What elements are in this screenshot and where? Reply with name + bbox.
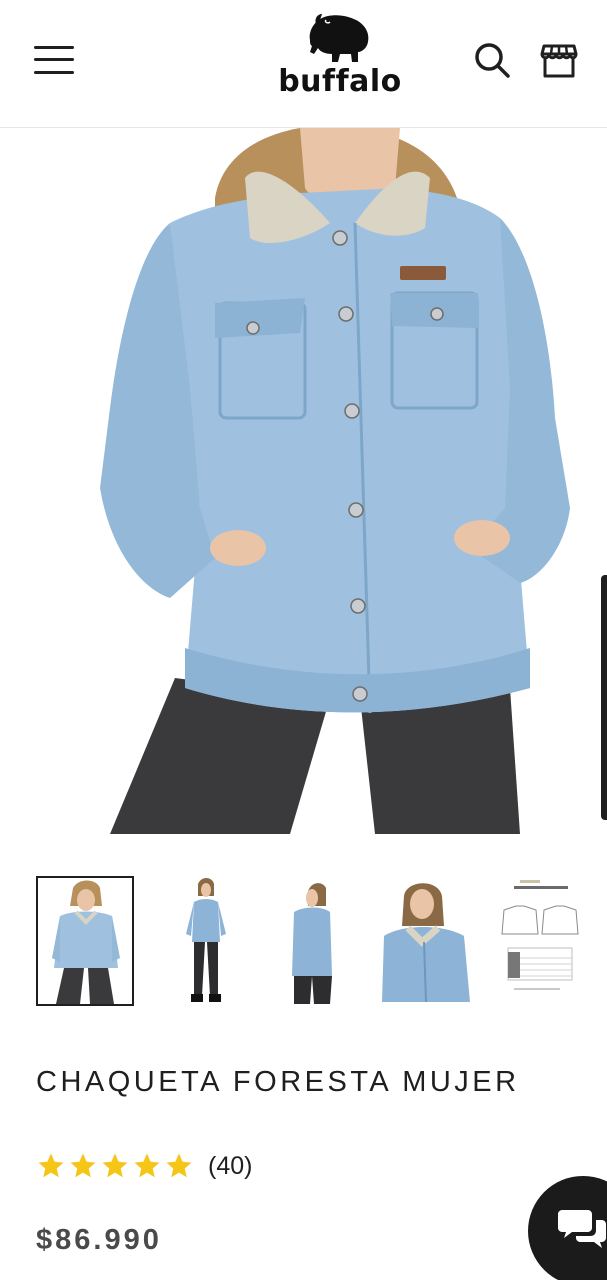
star-icon — [166, 1153, 192, 1178]
thumbnail-closeup[interactable] — [382, 876, 480, 1006]
product-title: CHAQUETA FORESTA MUJER — [36, 1066, 520, 1098]
search-icon[interactable] — [472, 40, 514, 82]
thumbnail-size-chart[interactable] — [498, 876, 596, 1006]
star-icon — [70, 1153, 96, 1178]
star-icon — [134, 1153, 160, 1178]
thumbnail-strip — [36, 876, 607, 1008]
buffalo-logo-icon — [309, 14, 369, 63]
thumbnail-side[interactable] — [280, 876, 378, 1006]
thumbnail-full-body[interactable] — [156, 876, 254, 1006]
review-count[interactable]: (40) — [208, 1152, 252, 1181]
site-header: buffalo — [0, 0, 607, 128]
product-page: buffalo CHAQUETA FORESTA MUJER (40) $86.… — [0, 0, 607, 1280]
star-icon — [38, 1153, 64, 1178]
brand-logo[interactable]: buffalo — [278, 10, 402, 110]
product-price: $86.990 — [36, 1224, 162, 1256]
product-main-image[interactable] — [0, 128, 607, 834]
thumbnail-front[interactable] — [36, 876, 134, 1006]
chat-bubbles-icon — [558, 1210, 606, 1248]
chat-button[interactable] — [528, 1176, 607, 1280]
scrollbar[interactable] — [601, 575, 607, 820]
rating-stars — [36, 1151, 194, 1181]
logo-text: buffalo — [278, 64, 402, 99]
store-icon[interactable] — [538, 40, 580, 82]
star-icon — [102, 1153, 128, 1178]
product-rating[interactable]: (40) — [36, 1148, 252, 1184]
hamburger-menu-icon[interactable] — [34, 44, 76, 76]
